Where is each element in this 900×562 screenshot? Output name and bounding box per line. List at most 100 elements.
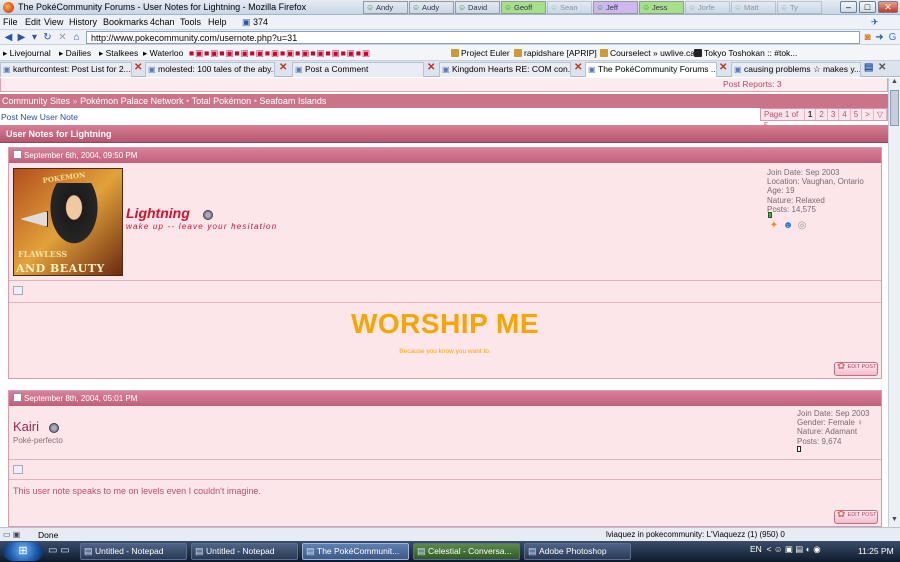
bookmark-rapidshare[interactable]: rapidshare [APRIP] [514, 48, 597, 58]
quick-launch-icon[interactable]: ▭ ▭ [48, 545, 70, 556]
avatar[interactable]: POKÉMON FLAWLESS AND BEAUTY [13, 168, 123, 276]
buddy-jess[interactable]: Jess [639, 1, 684, 14]
tab-close-icon[interactable]: ✕ [878, 62, 886, 73]
close-button[interactable]: ✕ [878, 1, 898, 13]
buddy-matt[interactable]: Matt [731, 1, 776, 14]
page-5[interactable]: 5 [851, 109, 863, 120]
nav-pokemon-palace[interactable]: Pokémon Palace Network [80, 96, 184, 106]
tokyo-toshokan-icon [694, 49, 702, 57]
tab-kingdom-hearts[interactable]: Kingdom Hearts RE: COM con... [439, 62, 571, 77]
page-1[interactable]: 1 [805, 109, 817, 120]
aim-icon[interactable]: ☻ [782, 220, 794, 232]
bookmark-folder-stalkees[interactable]: ▸ Stalkees [99, 48, 138, 59]
search-engine-icon[interactable]: G [887, 32, 898, 43]
task-notepad-1[interactable]: Untitled - Notepad [80, 543, 187, 560]
buddy-jorfe[interactable]: Jorfe [685, 1, 730, 14]
tab-causing-problems[interactable]: causing problems ☆ makes y... [731, 62, 861, 77]
page-content: Post Reports: 3 Community Sites » Pokémo… [0, 78, 888, 527]
go-icon[interactable]: ➜ [874, 32, 885, 43]
reload-icon[interactable]: ↻ [42, 32, 53, 43]
maximize-button[interactable]: □ [859, 1, 876, 13]
tab-close-icon[interactable]: ✕ [427, 62, 435, 73]
edit-post-button[interactable]: EDIT POST [834, 510, 878, 524]
status-notifications[interactable]: lviaquez in pokecommunity: L'Viaquezz (1… [606, 530, 785, 539]
clock[interactable]: 11:25 PM [858, 546, 894, 556]
page-2[interactable]: 2 [816, 109, 828, 120]
buddy-ty[interactable]: Ty [777, 1, 822, 14]
vertical-scrollbar[interactable]: ▲ ▼ [888, 78, 900, 527]
nature: Nature: Relaxed [767, 195, 825, 205]
scroll-down-icon[interactable]: ▼ [890, 516, 899, 526]
msn-icon[interactable]: ✦ [768, 220, 780, 232]
page-3[interactable]: 3 [828, 109, 840, 120]
tab-karthurcontest[interactable]: karthurcontest: Post List for 2... [0, 62, 132, 77]
url-bar[interactable]: http://www.pokecommunity.com/usernote.ph… [86, 31, 860, 44]
menu-file[interactable]: File [3, 17, 18, 27]
buddy-sean[interactable]: Sean [547, 1, 592, 14]
language-indicator[interactable]: EN [750, 544, 762, 554]
bookmark-folder-dailies[interactable]: ▸ Dailies [59, 48, 91, 59]
tab-close-icon[interactable]: ✕ [719, 62, 727, 73]
status-bar: ▭ ▣ Done lviaquez in pokecommunity: L'Vi… [0, 527, 900, 541]
task-photoshop[interactable]: Adobe Photoshop [524, 543, 631, 560]
nav-community-sites[interactable]: Community Sites [2, 96, 70, 106]
buddy-audy[interactable]: Audy [409, 1, 454, 14]
buddy-geoff[interactable]: Geoff [501, 1, 546, 14]
menu-help[interactable]: Help [208, 17, 227, 27]
minimize-button[interactable]: – [840, 1, 857, 13]
post-new-user-note-link[interactable]: Post New User Note [1, 112, 78, 122]
scroll-up-icon[interactable]: ▲ [890, 78, 899, 88]
age: Age: 19 [767, 186, 795, 196]
task-celestial[interactable]: Celestial - Conversa... [413, 543, 520, 560]
tray-icons[interactable]: < ☺ ▣ ▤ ◐ ◉ [764, 544, 821, 554]
task-firefox[interactable]: The PokéCommunit... [302, 543, 409, 560]
menu-edit[interactable]: Edit [25, 17, 41, 27]
back-icon[interactable]: ◀ [3, 32, 14, 43]
nav-total-pokemon[interactable]: Total Pokémon [192, 96, 252, 106]
menu-history[interactable]: History [69, 17, 97, 27]
task-notepad-2[interactable]: Untitled - Notepad [191, 543, 298, 560]
bookmark-project-euler[interactable]: Project Euler [451, 48, 510, 58]
page-4[interactable]: 4 [839, 109, 851, 120]
divider [9, 302, 881, 303]
scroll-thumb[interactable] [890, 90, 899, 126]
tab-close-icon[interactable]: ✕ [279, 62, 287, 73]
bookmark-courselect[interactable]: Courselect » uwlive.ca [600, 48, 695, 58]
page-menu-icon[interactable]: ▽ [874, 109, 887, 120]
buddy-andy[interactable]: Andy [363, 1, 408, 14]
post-icon [13, 286, 23, 295]
tab-list-icon[interactable]: ▤ [864, 62, 873, 73]
menu-tools[interactable]: Tools [180, 17, 201, 27]
tab-post-a-comment[interactable]: Post a Comment [292, 62, 424, 77]
rss-icon[interactable]: ◙ [862, 32, 873, 43]
home-icon[interactable]: ⌂ [71, 32, 82, 43]
bookmark-tokyo-toshokan[interactable]: Tokyo Toshokan :: #tok... [694, 48, 797, 58]
next-page[interactable]: > [862, 109, 874, 120]
rapidshare-icon [514, 49, 522, 57]
menu-4chan[interactable]: 4chan [150, 17, 175, 27]
buddy-jeff[interactable]: Jeff [593, 1, 638, 14]
start-button[interactable]: ⊞ [3, 542, 43, 561]
url-input[interactable]: http://www.pokecommunity.com/usernote.ph… [91, 33, 297, 43]
edit-post-button[interactable]: EDIT POST [834, 362, 878, 376]
nav-seafoam-islands[interactable]: Seafoam Islands [259, 96, 326, 106]
tab-close-icon[interactable]: ✕ [574, 62, 582, 73]
history-dropdown-icon[interactable]: ▾ [29, 32, 40, 43]
favicon-bookmarks-icon[interactable]: ■▣■▣■▣■▣■▣■▣■▣■▣■▣■▣■▣■▣ [189, 48, 371, 59]
buddy-david[interactable]: David [455, 1, 500, 14]
yahoo-icon[interactable]: ◎ [796, 220, 808, 232]
username[interactable]: Lightning [126, 205, 190, 221]
stop-icon[interactable]: ✕ [57, 32, 68, 43]
menu-bookmarks[interactable]: Bookmarks [103, 17, 148, 27]
bookmarks-toolbar: ▸ Livejournal ▸ Dailies ▸ Stalkees ▸ Wat… [0, 45, 900, 61]
menu-view[interactable]: View [44, 17, 63, 27]
post-reports[interactable]: Post Reports: 3 [723, 79, 782, 89]
tab-molested[interactable]: molested: 100 tales of the aby... [145, 62, 275, 77]
tab-pokecommunity[interactable]: The PokéCommunity Forums ... [585, 62, 717, 77]
tab-close-icon[interactable]: ✕ [134, 62, 142, 73]
bookmark-folder-waterloo[interactable]: ▸ Waterloo [143, 48, 183, 59]
bookmark-folder-livejournal[interactable]: ▸ Livejournal [3, 48, 51, 59]
note-date: September 8th, 2004, 05:01 PM [9, 391, 881, 406]
username[interactable]: Kairi [13, 419, 39, 434]
forward-icon[interactable]: ▶ [16, 32, 27, 43]
